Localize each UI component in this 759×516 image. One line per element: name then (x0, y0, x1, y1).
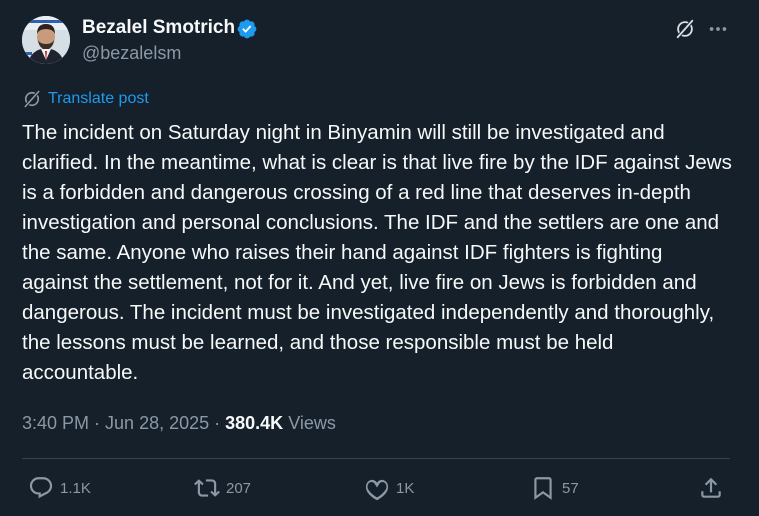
reply-icon (29, 477, 53, 499)
author-handle[interactable]: @bezalelsm (82, 43, 181, 64)
reply-button[interactable]: 1.1K (28, 474, 91, 502)
author-name[interactable]: Bezalel Smotrich (82, 17, 235, 39)
translate-post-label: Translate post (48, 90, 149, 107)
tweet-meta: 3:40 PM · Jun 28, 2025 · 380.4K Views (22, 410, 336, 436)
views-count: 380.4K (225, 412, 284, 433)
meta-separator: · (214, 412, 221, 433)
repost-icon (194, 479, 220, 497)
repost-count: 207 (226, 479, 252, 497)
tweet-text: The incident on Saturday night in Binyam… (22, 121, 732, 384)
avatar[interactable] (22, 16, 70, 64)
share-button[interactable] (698, 474, 724, 502)
translate-post-button[interactable]: Translate post (22, 88, 149, 110)
divider (22, 458, 730, 459)
grok-icon[interactable] (674, 18, 696, 40)
views-label: Views (288, 412, 336, 433)
reply-count: 1.1K (60, 479, 91, 497)
like-button[interactable]: 1K (364, 474, 414, 502)
meta-separator: · (94, 412, 101, 433)
bookmark-count: 57 (562, 479, 579, 497)
bookmark-button[interactable]: 57 (530, 474, 579, 502)
tweet-time[interactable]: 3:40 PM (22, 413, 89, 434)
translate-icon (24, 90, 40, 108)
more-icon[interactable] (706, 18, 730, 40)
tweet-date[interactable]: Jun 28, 2025 (105, 413, 209, 434)
repost-button[interactable]: 207 (194, 474, 251, 502)
like-count: 1K (396, 479, 415, 497)
avatar-image (22, 16, 70, 64)
tweet: Bezalel Smotrich @bezalelsm Translate po… (0, 0, 759, 516)
share-icon (701, 477, 721, 498)
verified-badge-icon[interactable] (236, 18, 258, 40)
heart-icon (365, 479, 389, 501)
bookmark-icon (534, 477, 552, 500)
